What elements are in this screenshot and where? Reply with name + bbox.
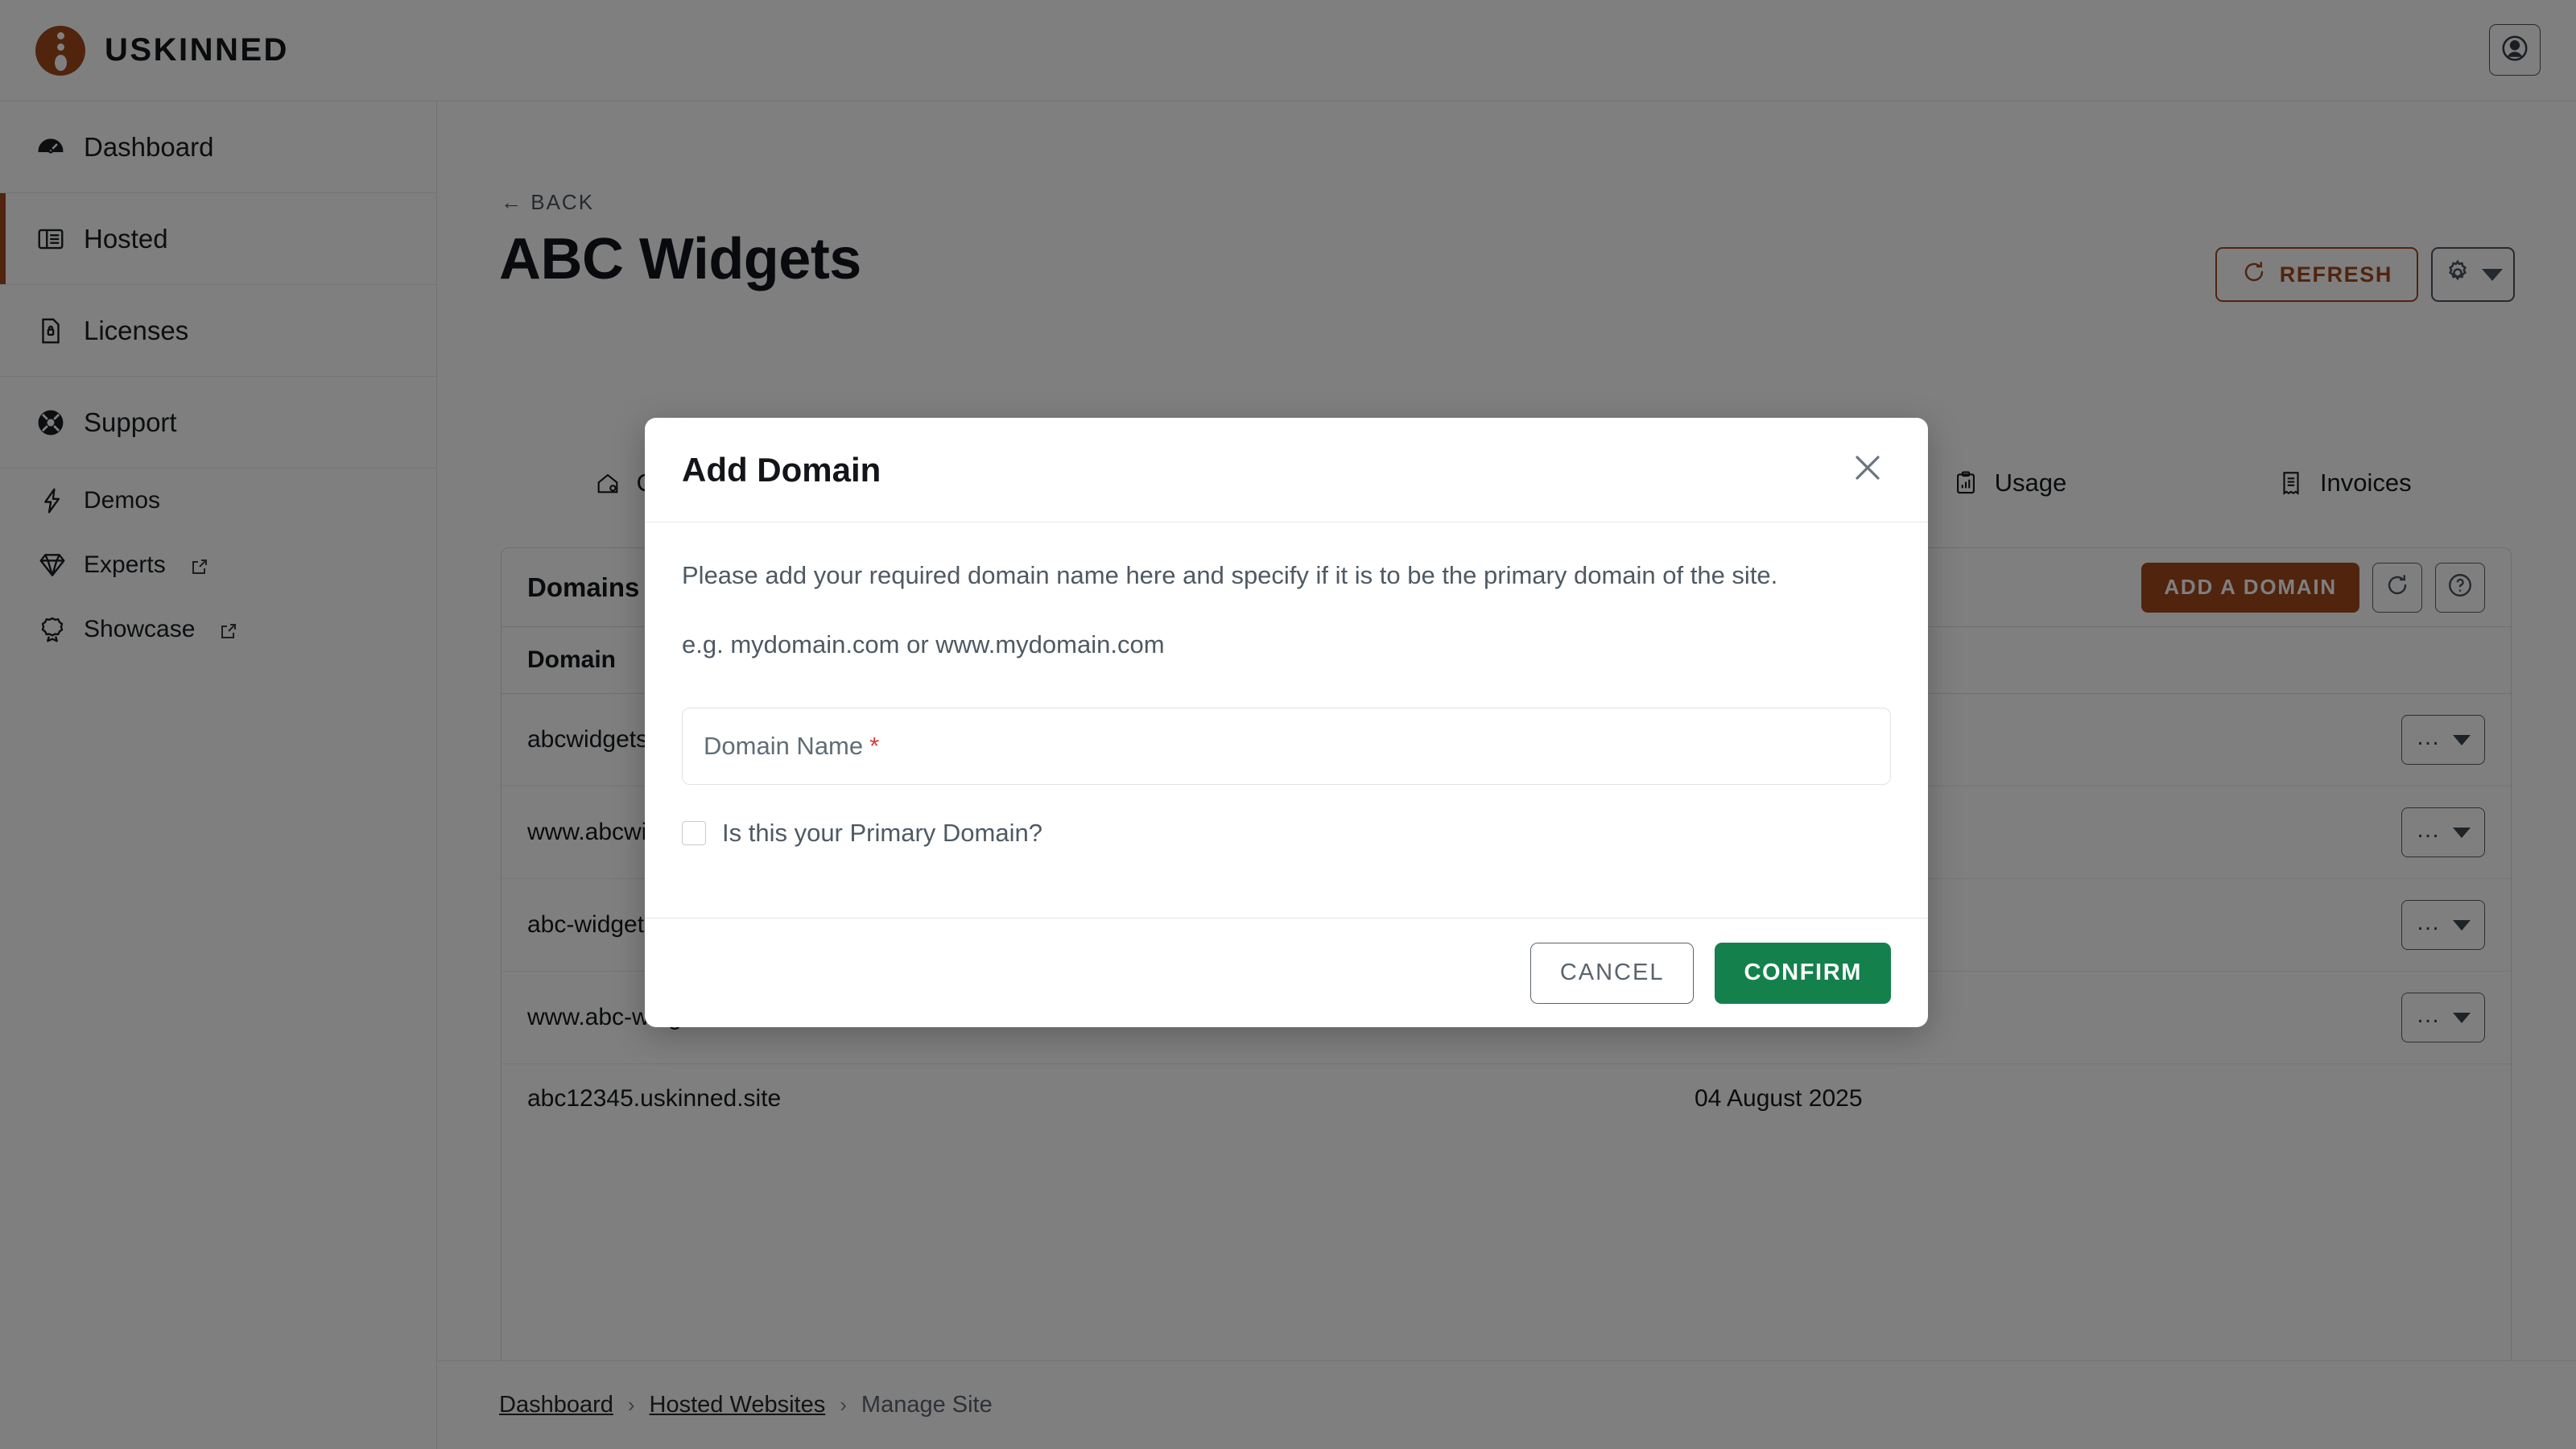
modal-body: Please add your required domain name her… xyxy=(645,522,1928,918)
modal-footer: CANCEL CONFIRM xyxy=(645,918,1928,1027)
cancel-button[interactable]: CANCEL xyxy=(1530,943,1695,1004)
confirm-button[interactable]: CONFIRM xyxy=(1715,943,1891,1004)
add-domain-modal: Add Domain Please add your required doma… xyxy=(645,418,1928,1027)
modal-example: e.g. mydomain.com or www.mydomain.com xyxy=(682,625,1891,664)
primary-domain-label: Is this your Primary Domain? xyxy=(722,819,1042,848)
close-icon xyxy=(1848,448,1887,491)
domain-name-placeholder: Domain Name xyxy=(704,732,863,761)
primary-domain-checkbox-row[interactable]: Is this your Primary Domain? xyxy=(682,819,1891,848)
modal-description: Please add your required domain name her… xyxy=(682,556,1891,595)
modal-title: Add Domain xyxy=(682,451,881,489)
modal-header: Add Domain xyxy=(645,418,1928,522)
close-button[interactable] xyxy=(1844,447,1891,493)
primary-domain-checkbox[interactable] xyxy=(682,821,706,845)
required-marker: * xyxy=(869,732,879,761)
domain-name-input[interactable]: Domain Name * xyxy=(682,708,1891,785)
